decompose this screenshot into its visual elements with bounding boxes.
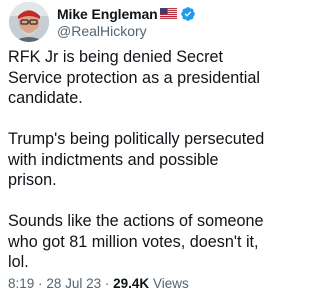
meta-separator: · [104, 276, 110, 291]
author-handle[interactable]: @RealHickory [57, 23, 196, 40]
views-label: Views [152, 276, 189, 291]
tweet-paragraph: Sounds like the actions of someone who g… [8, 212, 264, 271]
tweet-text: RFK Jr is being denied Secret Service pr… [8, 47, 266, 273]
verified-badge-icon[interactable] [180, 6, 196, 22]
avatar-image [9, 2, 49, 42]
author-avatar[interactable] [9, 2, 49, 42]
display-name-row: Mike Engleman [57, 4, 196, 23]
views-count[interactable]: 29.4K [113, 276, 149, 291]
tweet-meta: 8:19 · 28 Jul 23 · 29.4K Views [8, 276, 189, 291]
tweet-time[interactable]: 8:19 [8, 276, 34, 291]
tweet-paragraph: Trump's being politically persecuted wit… [8, 130, 265, 189]
meta-separator: · [38, 276, 43, 291]
us-flag-icon [159, 8, 177, 19]
tweet-date[interactable]: 28 Jul 23 [46, 276, 101, 291]
tweet-paragraph: RFK Jr is being denied Secret Service pr… [8, 48, 260, 107]
author-names: Mike Engleman @RealHickory [57, 4, 196, 40]
tweet: Mike Engleman @RealHickory RFK Jr is bei… [0, 0, 268, 300]
display-name[interactable]: Mike Engleman [57, 6, 158, 22]
